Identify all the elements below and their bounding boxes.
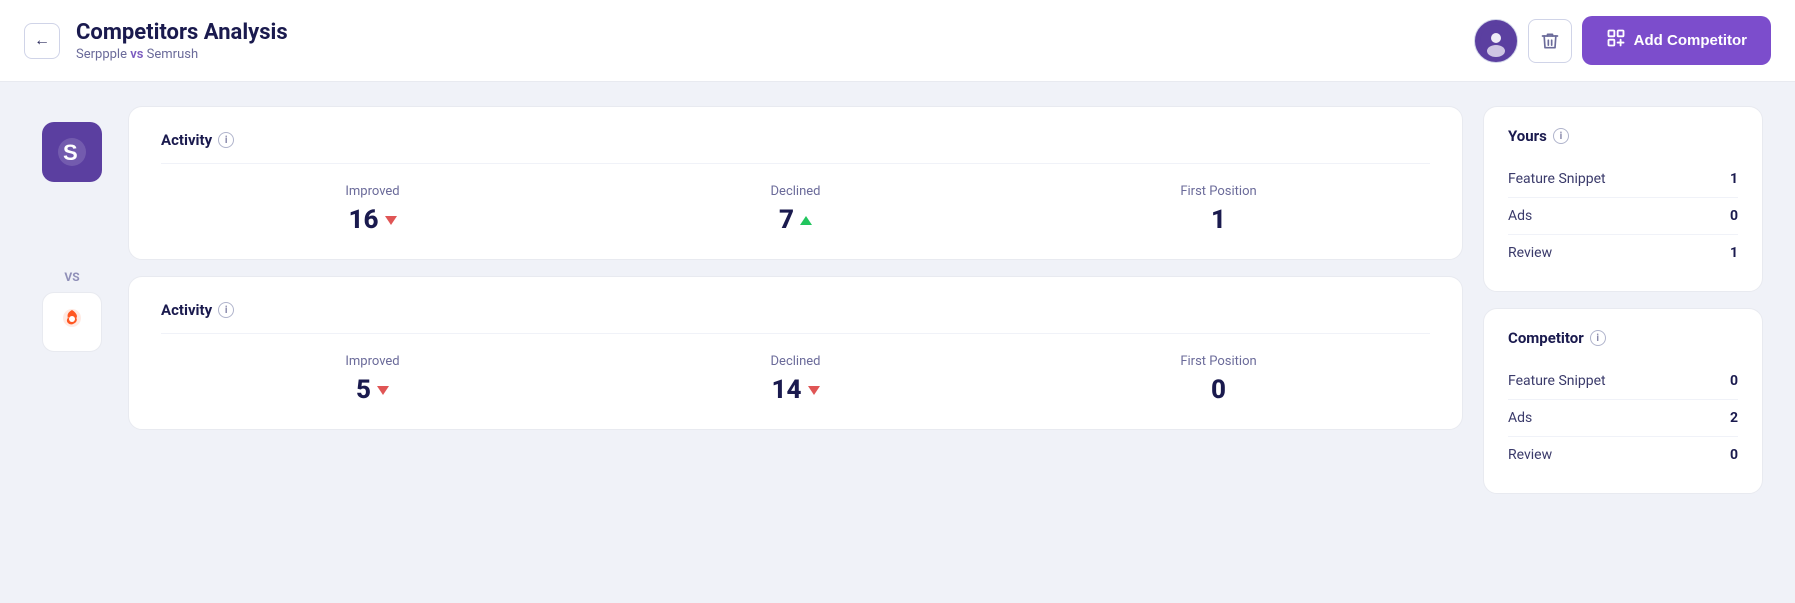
competitor-feature-snippet-value: 0 (1730, 373, 1738, 389)
yours-declined-value-row: 7 (584, 205, 1007, 235)
brand-column: S VS (32, 106, 112, 510)
competitor-logo (42, 292, 102, 352)
competitor-declined-value-row: 14 (584, 375, 1007, 405)
competitor-improved-label: Improved (161, 354, 584, 369)
avatar-icon (1480, 25, 1512, 57)
avatar-button[interactable] (1474, 19, 1518, 63)
semrush-icon (52, 302, 92, 342)
competitor-declined-label: Declined (584, 354, 1007, 369)
yours-improved-value-row: 16 (161, 205, 584, 235)
yours-improved-trend-icon (385, 216, 397, 225)
yours-ads-label: Ads (1508, 208, 1532, 224)
yours-ads-value: 0 (1730, 208, 1738, 224)
page-title: Competitors Analysis (76, 20, 288, 45)
competitor-sidebar-title-text: Competitor (1508, 329, 1584, 347)
competitor-ads-label: Ads (1508, 410, 1532, 426)
yours-declined-label: Declined (584, 184, 1007, 199)
subtitle-competitor: Semrush (147, 47, 198, 62)
competitor-feature-snippet-label: Feature Snippet (1508, 373, 1606, 389)
yours-declined-stat: Declined 7 (584, 184, 1007, 235)
yours-review-label: Review (1508, 245, 1552, 261)
left-section: S VS Activity (32, 106, 1463, 510)
competitor-sidebar-info-icon[interactable]: i (1590, 330, 1606, 346)
subtitle-yours: Serppple (76, 47, 127, 62)
competitor-ads-row: Ads 2 (1508, 400, 1738, 437)
competitor-review-row: Review 0 (1508, 437, 1738, 473)
competitor-improved-value: 5 (356, 375, 371, 405)
delete-button[interactable] (1528, 19, 1572, 63)
competitor-feature-snippet-row: Feature Snippet 0 (1508, 363, 1738, 400)
back-icon: ← (34, 32, 50, 50)
yours-improved-label: Improved (161, 184, 584, 199)
yours-declined-value: 7 (779, 205, 794, 235)
competitor-activity-label: Activity (161, 301, 212, 319)
back-button[interactable]: ← (24, 23, 60, 59)
page-subtitle: Serppple vs Semrush (76, 47, 288, 62)
competitor-activity-card: Activity i Improved 5 Declined 14 (128, 276, 1463, 430)
subtitle-vs: vs (130, 47, 146, 62)
yours-sidebar-card: Yours i Feature Snippet 1 Ads 0 Review 1 (1483, 106, 1763, 292)
header-left: ← Competitors Analysis Serppple vs Semru… (24, 20, 288, 62)
yours-activity-info-icon[interactable]: i (218, 132, 234, 148)
yours-sidebar-info-icon[interactable]: i (1553, 128, 1569, 144)
main-content: S VS Activity (0, 82, 1795, 534)
yours-feature-snippet-label: Feature Snippet (1508, 171, 1606, 187)
competitor-sidebar-card: Competitor i Feature Snippet 0 Ads 2 Rev… (1483, 308, 1763, 494)
competitor-activity-info-icon[interactable]: i (218, 302, 234, 318)
vs-label: VS (64, 270, 79, 284)
competitor-ads-value: 2 (1730, 410, 1738, 426)
competitor-improved-trend-icon (377, 386, 389, 395)
competitor-declined-value: 14 (772, 375, 802, 405)
competitor-activity-header: Activity i (161, 301, 1430, 334)
add-competitor-button[interactable]: Add Competitor (1582, 16, 1771, 65)
yours-first-position-value-row: 1 (1007, 205, 1430, 235)
yours-stats-row: Improved 16 Declined 7 (161, 184, 1430, 235)
competitor-stats-row: Improved 5 Declined 14 (161, 354, 1430, 405)
yours-activity-header: Activity i (161, 131, 1430, 164)
competitor-sidebar-title: Competitor i (1508, 329, 1738, 347)
yours-activity-card: Activity i Improved 16 Declined 7 (128, 106, 1463, 260)
yours-review-value: 1 (1730, 245, 1738, 261)
yours-ads-row: Ads 0 (1508, 198, 1738, 235)
add-competitor-icon (1606, 28, 1626, 53)
competitor-declined-trend-icon (808, 386, 820, 395)
right-section: Yours i Feature Snippet 1 Ads 0 Review 1… (1483, 106, 1763, 510)
header-right: Add Competitor (1474, 16, 1771, 65)
yours-sidebar-title-text: Yours (1508, 127, 1547, 145)
competitor-declined-stat: Declined 14 (584, 354, 1007, 405)
yours-activity-label: Activity (161, 131, 212, 149)
yours-logo: S (42, 122, 102, 182)
yours-first-position-value: 1 (1211, 205, 1226, 235)
yours-sidebar-title: Yours i (1508, 127, 1738, 145)
competitor-first-position-value-row: 0 (1007, 375, 1430, 405)
yours-feature-snippet-row: Feature Snippet 1 (1508, 161, 1738, 198)
svg-text:S: S (63, 140, 78, 165)
yours-improved-value: 16 (349, 205, 379, 235)
competitor-review-label: Review (1508, 447, 1552, 463)
add-competitor-label: Add Competitor (1634, 32, 1747, 49)
competitor-first-position-value: 0 (1211, 375, 1226, 405)
competitor-review-value: 0 (1730, 447, 1738, 463)
yours-review-row: Review 1 (1508, 235, 1738, 271)
yours-feature-snippet-value: 1 (1730, 171, 1738, 187)
serppple-icon: S (54, 134, 90, 170)
cards-column: Activity i Improved 16 Declined 7 (128, 106, 1463, 510)
title-block: Competitors Analysis Serppple vs Semrush (76, 20, 288, 62)
trash-icon (1540, 31, 1560, 51)
grid-plus-icon (1606, 28, 1626, 48)
competitor-improved-stat: Improved 5 (161, 354, 584, 405)
yours-first-position-label: First Position (1007, 184, 1430, 199)
yours-declined-trend-icon (800, 216, 812, 225)
yours-improved-stat: Improved 16 (161, 184, 584, 235)
yours-first-position-stat: First Position 1 (1007, 184, 1430, 235)
page-header: ← Competitors Analysis Serppple vs Semru… (0, 0, 1795, 82)
competitor-first-position-label: First Position (1007, 354, 1430, 369)
competitor-first-position-stat: First Position 0 (1007, 354, 1430, 405)
competitor-improved-value-row: 5 (161, 375, 584, 405)
